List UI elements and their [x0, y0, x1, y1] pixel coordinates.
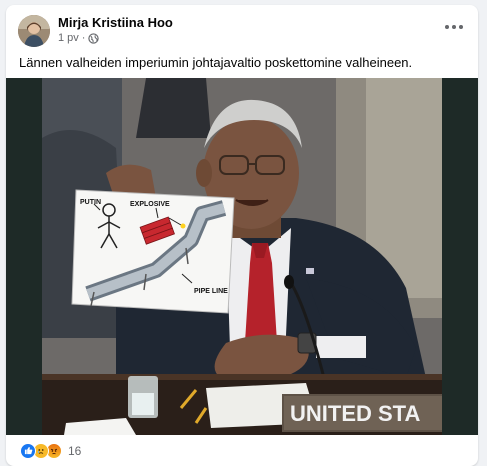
post-time[interactable]: 1 pv [58, 32, 79, 44]
author-name[interactable]: Mirja Kristiina Hoo [58, 15, 173, 30]
globe-icon [88, 32, 100, 44]
dot-icon [445, 25, 449, 29]
dot-icon [452, 25, 456, 29]
post-text: Lännen valheiden imperiumin johtajavalti… [19, 55, 413, 70]
post-card: Mirja Kristiina Hoo 1 pv · Lännen valhei… [6, 5, 478, 466]
meta-separator: · [81, 32, 86, 44]
sign-label-putin: PUTIN [80, 199, 101, 206]
sign-drawing: PUTIN EXPLOSIVE PIPE LINE [71, 189, 235, 314]
reactions-summary[interactable]: 16 [20, 442, 81, 459]
reaction-count[interactable]: 16 [68, 444, 81, 458]
like-reaction-icon [20, 442, 36, 459]
sign-label-explosive: EXPLOSIVE [130, 201, 170, 208]
post-meta: 1 pv · [58, 32, 100, 44]
nameplate-text: UNITED STA [290, 401, 420, 426]
post-header: Mirja Kristiina Hoo 1 pv · [6, 5, 478, 51]
avatar[interactable] [18, 15, 50, 47]
sign-label-pipeline: PIPE LINE [194, 288, 228, 295]
dot-icon [459, 25, 463, 29]
post-photo[interactable]: PUTIN EXPLOSIVE PIPE LINE UNITED STA [6, 78, 478, 435]
more-options-button[interactable] [442, 19, 466, 35]
post-footer: 16 [6, 435, 478, 466]
